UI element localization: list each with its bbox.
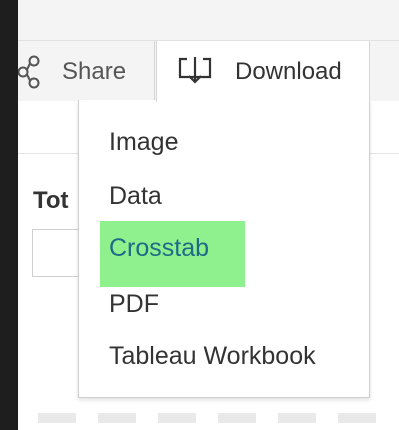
app-frame: Share Download Tot Image Data Crosstab P… — [17, 0, 399, 430]
share-button[interactable]: Share — [17, 41, 155, 101]
background-blurred-row — [38, 413, 378, 423]
background-heading: Tot — [33, 187, 69, 214]
top-strip — [18, 0, 399, 40]
toolbar: Share Download — [17, 40, 399, 102]
menu-item-crosstab[interactable]: Crosstab — [100, 221, 245, 287]
share-icon — [17, 55, 42, 94]
download-button[interactable]: Download — [156, 41, 370, 102]
menu-item-data[interactable]: Data — [109, 182, 162, 211]
menu-item-pdf[interactable]: PDF — [109, 290, 159, 319]
menu-item-tableau-workbook[interactable]: Tableau Workbook — [109, 342, 316, 371]
download-menu: Image Data Crosstab PDF Tableau Workbook — [78, 100, 370, 398]
menu-item-image[interactable]: Image — [109, 128, 178, 157]
download-label: Download — [235, 58, 342, 85]
share-label: Share — [62, 58, 127, 85]
download-icon — [177, 55, 213, 92]
